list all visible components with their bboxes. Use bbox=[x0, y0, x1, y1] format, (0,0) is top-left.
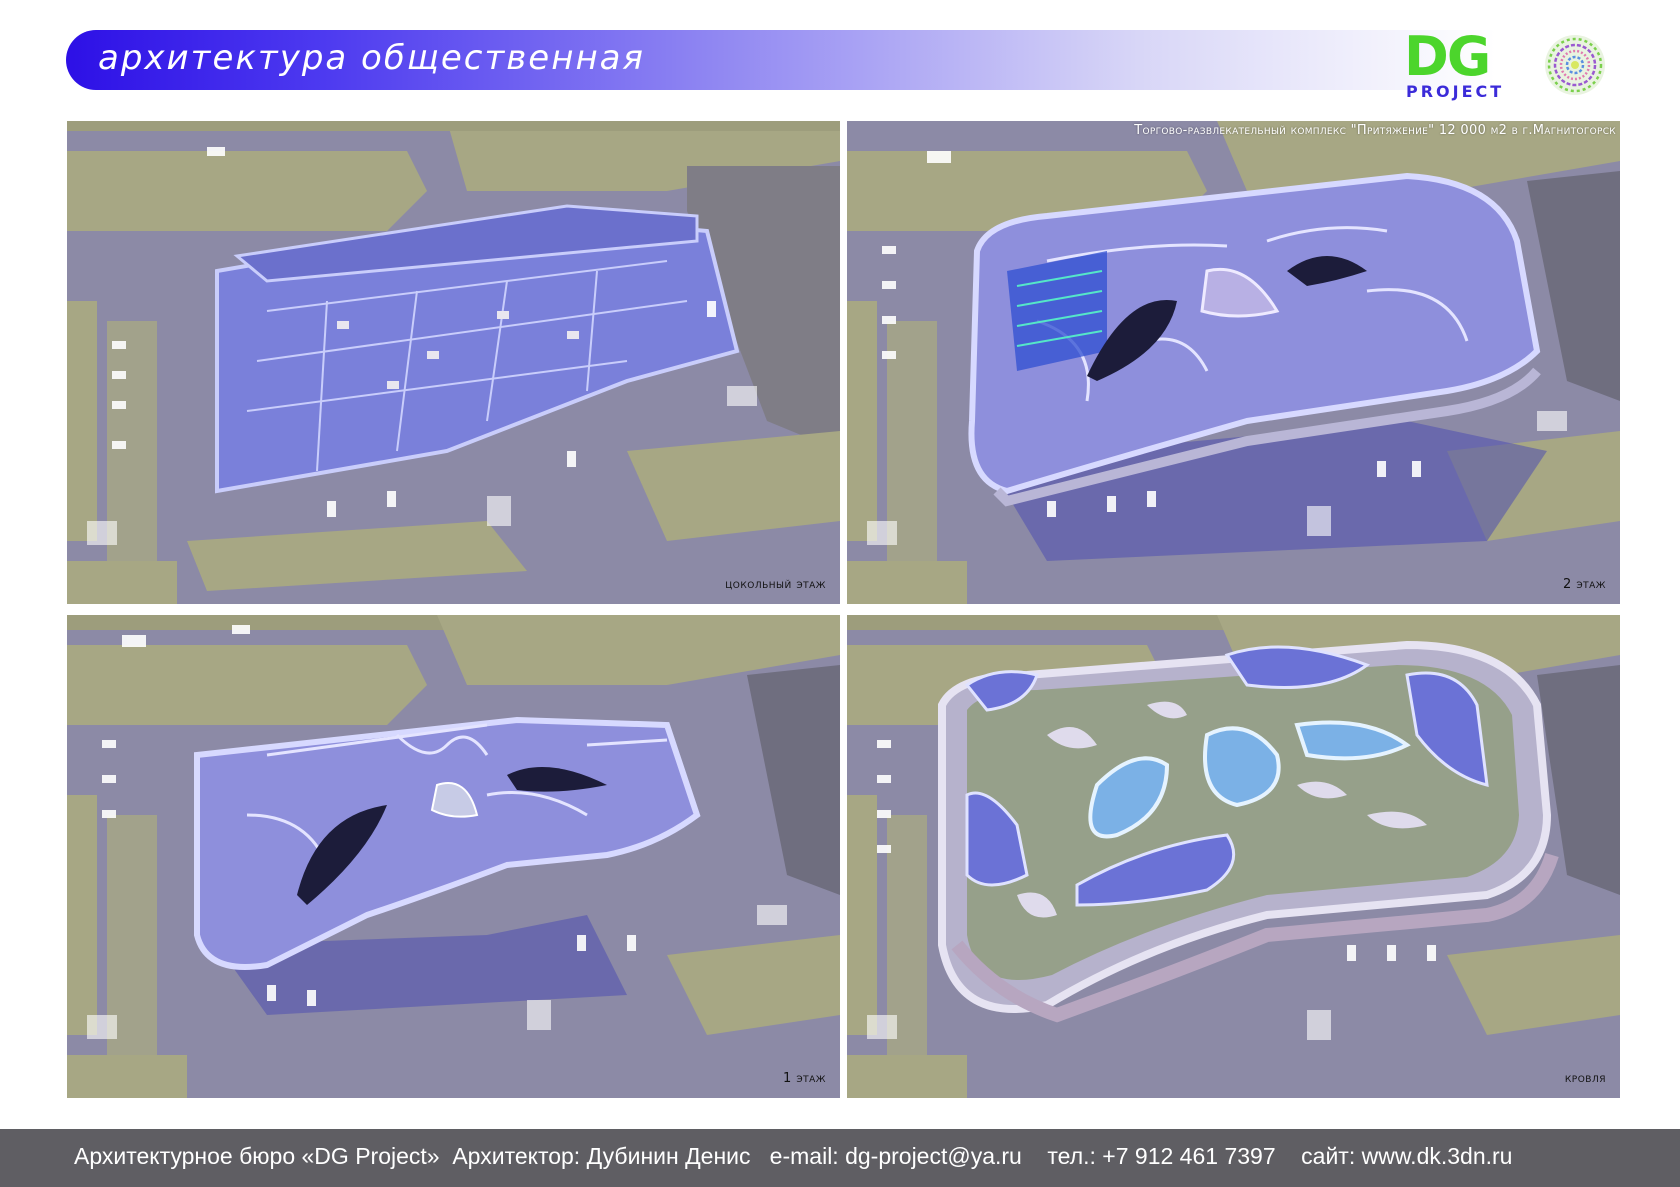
logo-main-text: DG bbox=[1404, 25, 1491, 88]
site-render-floor-2 bbox=[847, 121, 1620, 604]
render-panel-floor-2: Торгово-развлекательный комплекс "Притяж… bbox=[847, 121, 1620, 604]
panel-caption: кровля bbox=[1564, 1071, 1606, 1086]
panel-caption: 1 этаж bbox=[782, 1071, 826, 1086]
panel-caption: 2 этаж bbox=[1562, 577, 1606, 592]
footer-contact-text: Архитектурное бюро «DG Project» Архитект… bbox=[74, 1143, 1513, 1169]
logo-flower-icon bbox=[1545, 35, 1605, 95]
footer-bar: Архитектурное бюро «DG Project» Архитект… bbox=[0, 1129, 1680, 1187]
render-panel-basement: цокольный этаж bbox=[67, 121, 840, 604]
site-render-basement bbox=[67, 121, 840, 604]
render-panel-roof: кровля bbox=[847, 615, 1620, 1098]
panel-caption: цокольный этаж bbox=[725, 577, 826, 592]
site-render-floor-1 bbox=[67, 615, 840, 1098]
render-panel-floor-1: 1 этаж bbox=[67, 615, 840, 1098]
page-title: архитектура общественная bbox=[98, 38, 645, 78]
site-render-roof bbox=[847, 615, 1620, 1098]
project-title: Торгово-развлекательный комплекс "Притяж… bbox=[1134, 123, 1616, 138]
dg-project-logo: DG PROJECT bbox=[1404, 25, 1614, 101]
logo-sub-text: PROJECT bbox=[1406, 82, 1505, 101]
